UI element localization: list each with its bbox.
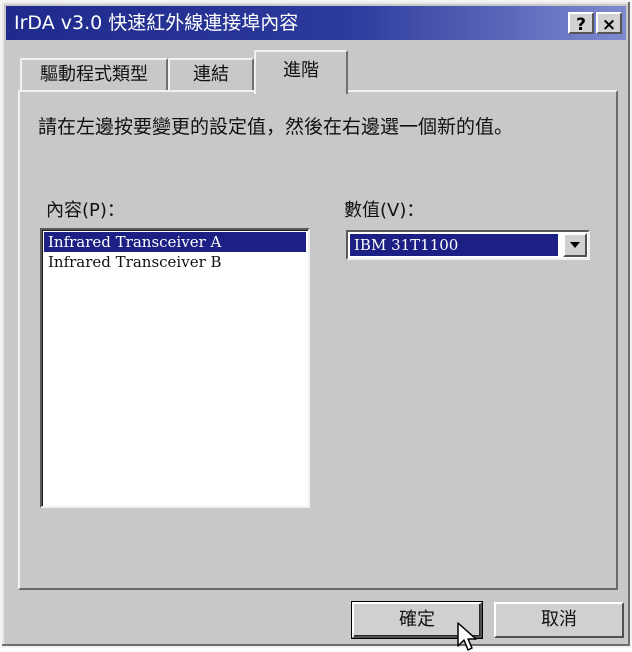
list-item[interactable]: Infrared Transceiver A [44, 232, 306, 252]
dialog-window: IrDA v3.0 快速紅外線連接埠內容 ? × 驅動程式類型 連結 進階 請在… [0, 0, 632, 651]
close-icon: × [601, 15, 617, 35]
value-label: 數值(V)： [344, 200, 425, 221]
tab-advanced[interactable]: 進階 [254, 50, 348, 94]
property-label: 內容(P)： [46, 200, 125, 221]
value-dropdown[interactable]: IBM 31T1100 [346, 230, 590, 260]
close-button[interactable]: × [596, 12, 622, 35]
chevron-down-icon[interactable] [563, 233, 587, 257]
window-title: IrDA v3.0 快速紅外線連接埠內容 [14, 12, 299, 34]
tab-driver-type[interactable]: 驅動程式類型 [20, 58, 168, 92]
tab-link[interactable]: 連結 [168, 58, 254, 92]
property-listbox[interactable]: Infrared Transceiver A Infrared Transcei… [40, 228, 310, 508]
help-icon: ? [576, 15, 586, 35]
help-button[interactable]: ? [568, 12, 594, 35]
value-dropdown-selected[interactable]: IBM 31T1100 [350, 234, 558, 256]
cancel-button[interactable]: 取消 [494, 602, 624, 638]
title-bar[interactable]: IrDA v3.0 快速紅外線連接埠內容 ? × [6, 6, 626, 40]
instruction-text: 請在左邊按要變更的設定值，然後在右邊選一個新的值。 [38, 116, 514, 138]
list-item[interactable]: Infrared Transceiver B [44, 252, 306, 272]
